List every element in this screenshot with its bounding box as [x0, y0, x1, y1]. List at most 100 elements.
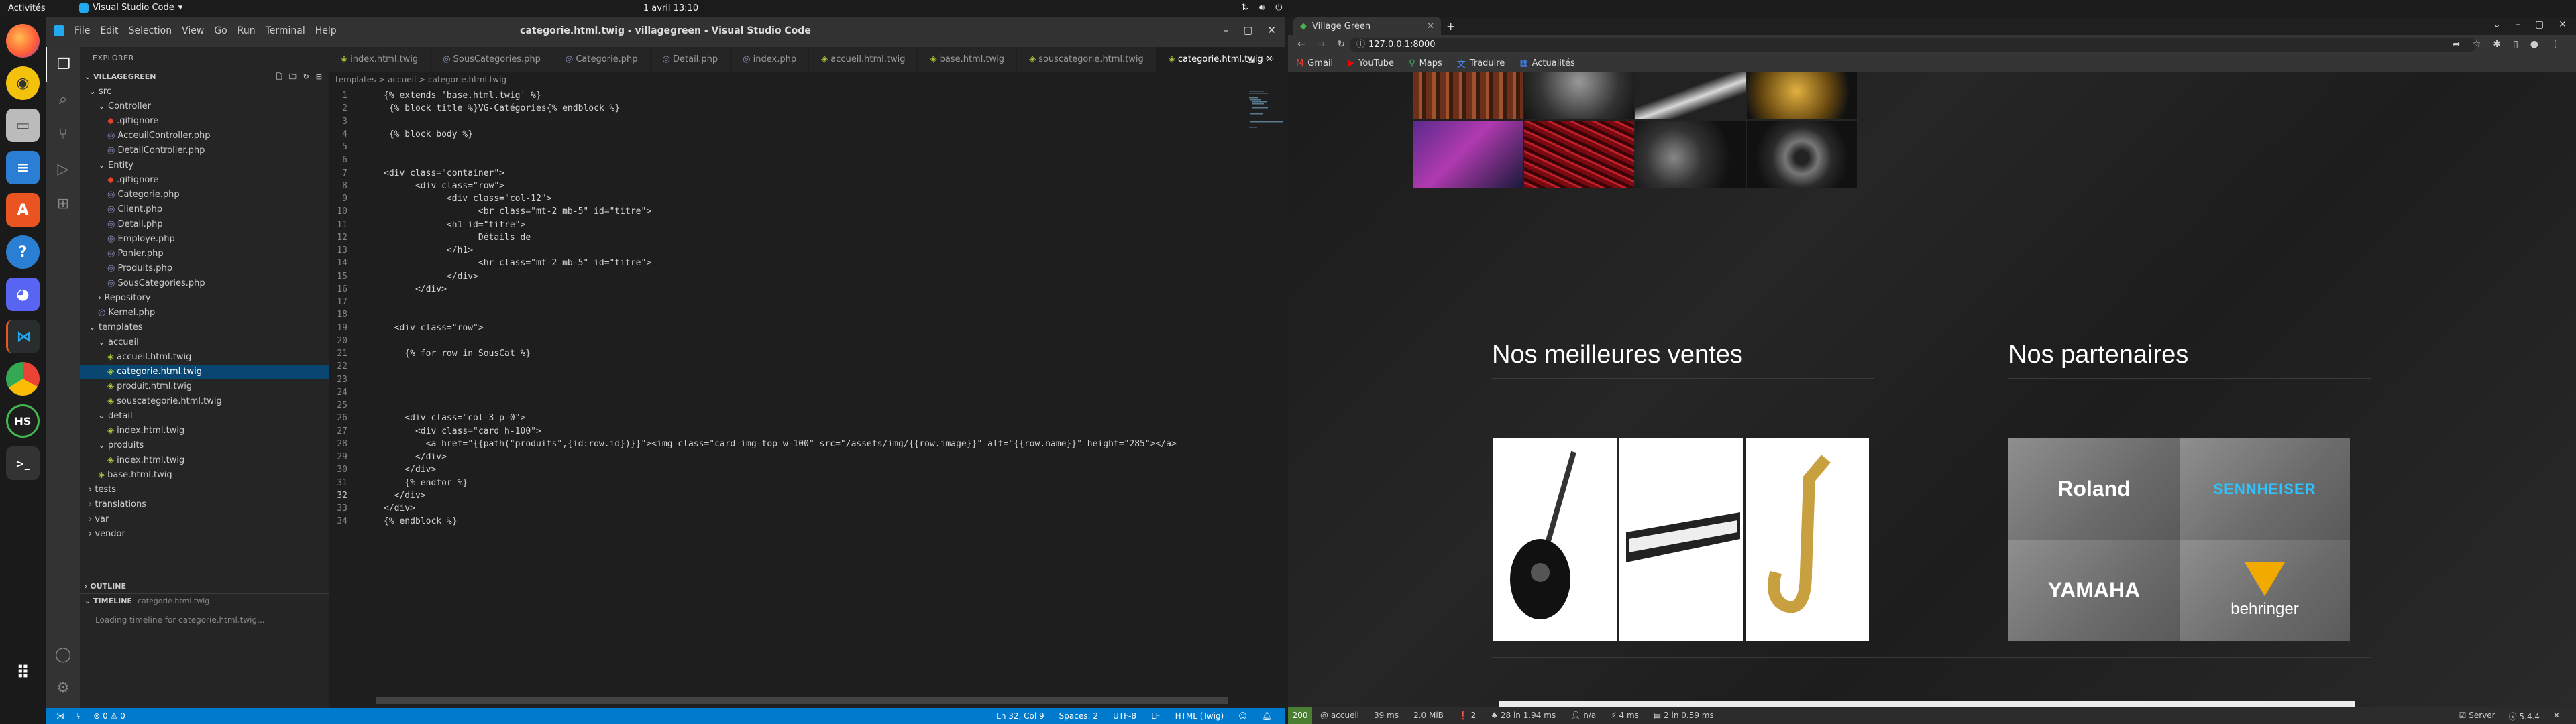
breadcrumb[interactable]: templates > accueil > categorie.html.twi… — [335, 75, 506, 84]
partner-logo-behringer[interactable]: behringer — [2180, 540, 2350, 641]
split-editor-icon[interactable]: ◫ — [1247, 54, 1256, 64]
settings-gear-icon[interactable]: ⚙ — [46, 670, 80, 705]
product-card-saxophone[interactable] — [1746, 438, 1869, 641]
editor-tab[interactable]: ◎ Categorie.php — [553, 47, 651, 72]
tree-item[interactable]: ◈ souscategorie.html.twig — [80, 394, 329, 409]
bookmark-youtube[interactable]: ▶ YouTube — [1348, 58, 1394, 68]
bookmark-traduire[interactable]: 文 Traduire — [1457, 57, 1505, 70]
sidepanel-icon[interactable]: ▯ — [2513, 39, 2518, 50]
bookmark-maps[interactable]: ⚲ Maps — [1409, 58, 1442, 68]
tree-item[interactable]: ◎ Panier.php — [80, 247, 329, 261]
forward-icon[interactable]: → — [1318, 39, 1326, 50]
rhythmbox-icon[interactable]: ◉ — [6, 66, 40, 100]
partner-logo-yamaha[interactable]: YAMAHA — [2008, 540, 2180, 641]
vscode-icon[interactable]: ⋈ — [6, 320, 40, 353]
symfony-version[interactable]: ⓢ 5.4.4 — [2509, 711, 2540, 722]
terminal-icon[interactable]: >_ — [6, 446, 40, 480]
feedback-icon[interactable]: ☺ — [1238, 711, 1247, 721]
editor-tab[interactable]: ◎ Detail.php — [651, 47, 731, 72]
category-image-mixer[interactable] — [1524, 121, 1634, 188]
tree-item[interactable]: ◈ categorie.html.twig — [80, 365, 329, 379]
source-control-icon[interactable]: ⑂ — [46, 117, 80, 152]
close-toolbar-icon[interactable]: ✕ — [2553, 711, 2560, 722]
new-tab-icon[interactable]: + — [1446, 20, 1455, 33]
outline-section[interactable]: › OUTLINE — [80, 579, 329, 593]
tree-item[interactable]: ⌄ Controller — [80, 99, 329, 114]
tree-item[interactable]: ◎ Detail.php — [80, 217, 329, 232]
clock[interactable]: 1 avril 13:10 — [0, 3, 1342, 13]
tree-item[interactable]: ◎ Client.php — [80, 202, 329, 217]
tree-item[interactable]: ◎ AcceuilController.php — [80, 129, 329, 143]
branch-status[interactable]: ⑂ — [76, 711, 81, 721]
project-section[interactable]: ⌄ VILLAGEGREEN 🗋 🗀 ↻ ⊟ — [80, 70, 329, 84]
run-debug-icon[interactable]: ▷ — [46, 152, 80, 186]
tree-item[interactable]: › var — [80, 512, 329, 527]
back-icon[interactable]: ← — [1297, 39, 1305, 50]
memory-usage[interactable]: 2.0 MiB — [1413, 711, 1444, 720]
tree-item[interactable]: › vendor — [80, 527, 329, 542]
explorer-icon[interactable]: ❐ — [46, 47, 80, 82]
new-folder-icon[interactable]: 🗀 — [289, 70, 297, 84]
category-image-guitars[interactable] — [1413, 72, 1523, 119]
minimap[interactable] — [1246, 89, 1285, 129]
tree-item[interactable]: ◈ index.html.twig — [80, 453, 329, 468]
search-icon[interactable]: ⌕ — [46, 82, 80, 117]
tree-item[interactable]: › translations — [80, 497, 329, 512]
new-file-icon[interactable]: 🗋 — [276, 70, 282, 84]
tree-item[interactable]: ⌄ accueil — [80, 335, 329, 350]
more-actions-icon[interactable]: ⋯ — [1265, 54, 1275, 64]
tree-item[interactable]: ◆ .gitignore — [80, 173, 329, 188]
cursor-position[interactable]: Ln 32, Col 9 — [996, 711, 1044, 721]
tree-item[interactable]: ◈ base.html.twig — [80, 468, 329, 483]
tree-item[interactable]: ◎ Employe.php — [80, 232, 329, 247]
problems-status[interactable]: ⊗ 0 ⚠ 0 — [93, 711, 125, 721]
remote-icon[interactable]: ⋊ — [56, 711, 64, 721]
db-stats[interactable]: ▤ 2 in 0.59 ms — [1654, 711, 1714, 720]
category-image-speaker[interactable] — [1747, 121, 1857, 188]
status-code-badge[interactable]: 200 — [1288, 707, 1312, 724]
notifications-icon[interactable]: 🔔︎ — [1262, 711, 1272, 721]
queries-count[interactable]: ❗ 2 — [1458, 711, 1476, 720]
extensions-icon[interactable]: ⊞ — [46, 186, 80, 221]
bookmark-actualites[interactable]: ▦ Actualités — [1519, 58, 1575, 68]
category-image-amplifier[interactable] — [1635, 121, 1746, 188]
partner-logo-roland[interactable]: Roland — [2008, 438, 2180, 540]
close-icon[interactable]: ✕ — [1267, 24, 1276, 36]
tree-item[interactable]: ◈ produit.html.twig — [80, 379, 329, 394]
share-icon[interactable]: ➦ — [2453, 39, 2461, 50]
bookmark-gmail[interactable]: M Gmail — [1296, 58, 1333, 68]
category-image-drums[interactable] — [1524, 72, 1634, 119]
collapse-all-icon[interactable]: ⊟ — [316, 70, 322, 84]
editor-tab[interactable]: ◈ souscategorie.html.twig — [1017, 47, 1157, 72]
request-time[interactable]: 39 ms — [1374, 711, 1399, 720]
minimize-icon[interactable]: – — [2516, 19, 2520, 30]
route-name[interactable]: @ accueil — [1320, 711, 1359, 720]
tree-item[interactable]: ◆ .gitignore — [80, 114, 329, 129]
reload-icon[interactable]: ↻ — [1337, 39, 1345, 50]
minimize-icon[interactable]: – — [1224, 24, 1229, 36]
firefox-icon[interactable] — [6, 24, 40, 58]
tree-item[interactable]: ⌄ Entity — [80, 158, 329, 173]
eol-status[interactable]: LF — [1151, 711, 1161, 721]
bookmark-star-icon[interactable]: ☆ — [2473, 39, 2481, 50]
tree-item[interactable]: ◈ accueil.html.twig — [80, 350, 329, 365]
profile-icon[interactable]: ● — [2530, 39, 2538, 50]
language-mode[interactable]: HTML (Twig) — [1175, 711, 1224, 721]
product-card-guitar[interactable] — [1493, 438, 1617, 641]
tree-item[interactable]: ◎ Kernel.php — [80, 306, 329, 320]
help-icon[interactable]: ? — [6, 235, 40, 269]
encoding-status[interactable]: UTF-8 — [1113, 711, 1136, 721]
server-status[interactable]: ☑ Server — [2459, 711, 2496, 722]
apps-grid-icon[interactable]: ⠿ — [6, 656, 40, 690]
tree-item[interactable]: › Repository — [80, 291, 329, 306]
system-tray[interactable]: ⇅ 🔊︎ ⏻ — [1241, 3, 1282, 13]
editor-tab[interactable]: ◈ accueil.html.twig — [809, 47, 918, 72]
chrome-icon[interactable] — [6, 362, 40, 396]
editor-tab[interactable]: ◎ SousCategories.php — [431, 47, 553, 72]
address-bar[interactable]: ⓘ 127.0.0.1:8000 — [1350, 38, 2477, 52]
hs-icon[interactable]: HS — [6, 404, 40, 438]
maximize-icon[interactable]: ▢ — [2535, 19, 2544, 30]
horizontal-scrollbar[interactable] — [376, 697, 1228, 704]
ajax-time[interactable]: ⚡ 4 ms — [1611, 711, 1639, 720]
chevron-down-icon[interactable]: ⌄ — [2493, 19, 2501, 30]
